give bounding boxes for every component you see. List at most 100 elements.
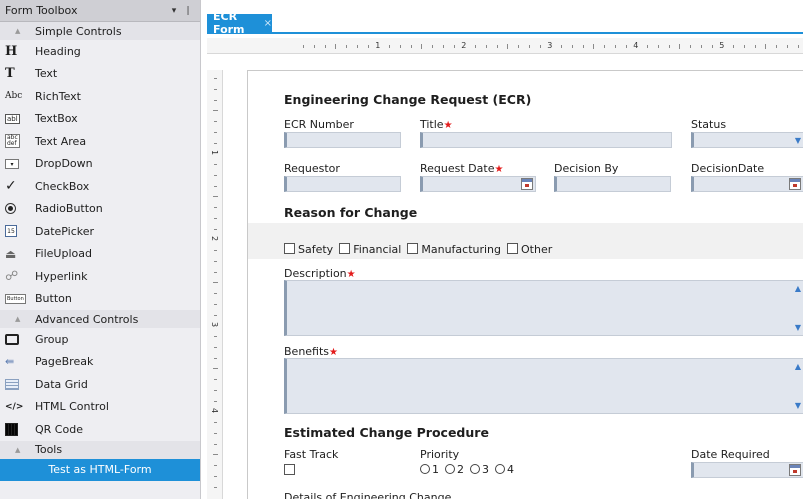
ruler-tick	[313, 44, 315, 48]
priority-option[interactable]: 3	[470, 463, 489, 476]
priority-radio[interactable]	[495, 464, 505, 474]
priority-radio[interactable]	[470, 464, 480, 474]
ruler-tick	[690, 44, 691, 48]
toolbox-item-label: Heading	[35, 44, 81, 58]
label-benefits: Benefits★	[284, 345, 338, 358]
priority-label: 1	[432, 463, 439, 476]
priority-radio[interactable]	[445, 464, 455, 474]
reason-checkbox[interactable]	[507, 243, 519, 254]
toolbox-group-header[interactable]: ▲ Tools	[0, 440, 200, 459]
toolbox-item-heading[interactable]: H Heading	[0, 40, 200, 63]
toolbox-item-textbox[interactable]: abl TextBox	[0, 108, 200, 131]
benefits-textarea[interactable]: ▲ ▼	[284, 358, 803, 414]
reason-checkbox[interactable]	[407, 243, 419, 254]
priority-option[interactable]: 1	[420, 463, 439, 476]
toolbox-item-fileupload[interactable]: ⏏ FileUpload	[0, 243, 200, 266]
toolbox-group-header[interactable]: ▲ Advanced Controls	[0, 310, 200, 328]
ruler-number: 3	[210, 322, 220, 328]
reason-option[interactable]: Manufacturing	[407, 243, 501, 256]
ruler-tick	[213, 88, 217, 90]
toolbox-item-dropdown[interactable]: ▾ DropDown	[0, 153, 200, 176]
close-icon[interactable]: ×	[264, 18, 272, 29]
decision-date-picker[interactable]	[691, 176, 803, 192]
decision-by-field[interactable]	[554, 176, 671, 192]
scroll-up-icon[interactable]: ▲	[795, 284, 801, 293]
title-field[interactable]	[420, 132, 672, 148]
label-ecr-number: ECR Number	[284, 118, 354, 131]
date-required-picker[interactable]	[691, 462, 803, 478]
ruler-tick	[561, 44, 562, 48]
calendar-icon[interactable]	[521, 178, 533, 190]
ruler-number: 3	[547, 41, 553, 50]
datepicker-icon: 15	[5, 225, 35, 238]
collapse-icon[interactable]: ▲	[15, 27, 35, 35]
ruler-tick	[733, 44, 734, 48]
toolbox-item-text[interactable]: T Text	[0, 63, 200, 86]
toolbox-item-group[interactable]: Group	[0, 328, 200, 351]
ruler-tick	[213, 432, 217, 434]
ruler-tick	[213, 475, 217, 477]
toolbox-item-pagebreak[interactable]: ⇚ PageBreak	[0, 351, 200, 374]
toolbox-list: ▲ Simple Controls H Heading T Text Abc RichText…	[0, 22, 200, 481]
toolbox-item-label: QR Code	[35, 422, 83, 436]
toolbox-options-icon[interactable]: ▾	[167, 6, 181, 16]
toolbox-group-header[interactable]: ▲ Simple Controls	[0, 22, 200, 40]
toolbox-item-html-control[interactable]: </> HTML Control	[0, 396, 200, 419]
ruler-number: 5	[719, 41, 725, 50]
toolbox-item-data-grid[interactable]: Data Grid	[0, 373, 200, 396]
ruler-tick	[212, 368, 218, 370]
reason-option[interactable]: Safety	[284, 243, 333, 256]
ecr-number-field[interactable]	[284, 132, 401, 148]
scroll-down-icon[interactable]: ▼	[795, 401, 801, 410]
ruler-tick	[212, 196, 218, 198]
ruler-tick	[213, 486, 217, 488]
toolbox-item-datepicker[interactable]: 15 DatePicker	[0, 220, 200, 243]
toolbox-item-label: RadioButton	[35, 202, 103, 216]
datagrid-icon	[5, 378, 35, 390]
tab-ecr-form[interactable]: ECR Form ×	[207, 10, 272, 36]
ruler-tick	[213, 443, 217, 445]
toolbox-item-checkbox[interactable]: ✓ CheckBox	[0, 175, 200, 198]
ruler-tick	[213, 217, 217, 219]
ruler-tick	[614, 44, 616, 48]
label-priority: Priority	[420, 448, 460, 461]
reason-checkbox[interactable]	[284, 243, 295, 254]
reason-option[interactable]: Other	[507, 243, 552, 256]
toolbox-item-hyperlink[interactable]: ☍ Hyperlink	[0, 265, 200, 288]
pin-icon[interactable]: ❘	[181, 6, 195, 16]
calendar-icon[interactable]	[789, 464, 801, 476]
request-date-picker[interactable]	[420, 176, 536, 192]
ruler-number: 2	[210, 236, 220, 242]
ruler-tick	[453, 44, 455, 48]
priority-option[interactable]: 2	[445, 463, 464, 476]
calendar-icon[interactable]	[789, 178, 801, 190]
toolbox-item-test-as-html-form[interactable]: Test as HTML-Form	[0, 458, 200, 481]
fast-track-checkbox[interactable]	[284, 464, 295, 475]
toolbox-item-qr-code[interactable]: QR Code	[0, 418, 200, 441]
form-toolbox-panel: Form Toolbox ▾ ❘ ▲ Simple Controls H Headin…	[0, 0, 201, 499]
reason-option[interactable]: Financial	[339, 243, 401, 256]
scroll-up-icon[interactable]: ▲	[795, 362, 801, 371]
collapse-icon[interactable]: ▲	[15, 446, 35, 454]
priority-radio[interactable]	[420, 464, 430, 474]
ruler-tick	[507, 43, 509, 49]
ruler-tick	[213, 174, 217, 176]
checkbox-icon: ✓	[5, 178, 17, 195]
ruler-tick	[421, 43, 423, 49]
scroll-down-icon[interactable]: ▼	[795, 323, 801, 332]
collapse-icon[interactable]: ▲	[15, 315, 35, 323]
toolbox-item-button[interactable]: Button Button	[0, 288, 200, 311]
description-textarea[interactable]: ▲ ▼	[284, 280, 803, 336]
ruler-number: 2	[461, 41, 467, 50]
toolbox-item-richtext[interactable]: Abc RichText	[0, 85, 200, 108]
toolbox-item-text-area[interactable]: abc def Text Area	[0, 130, 200, 153]
status-dropdown[interactable]: ▼	[691, 132, 803, 148]
reason-label: Safety	[298, 243, 334, 256]
toolbox-item-radiobutton[interactable]: RadioButton	[0, 198, 200, 221]
reason-checkbox[interactable]	[339, 243, 351, 254]
document-tabstrip: ECR Form ×	[207, 10, 803, 36]
requestor-field[interactable]	[284, 176, 401, 192]
ruler-tick	[356, 44, 358, 48]
design-canvas: Engineering Change Request (ECR) ECR Num…	[223, 54, 803, 499]
priority-option[interactable]: 4	[495, 463, 514, 476]
